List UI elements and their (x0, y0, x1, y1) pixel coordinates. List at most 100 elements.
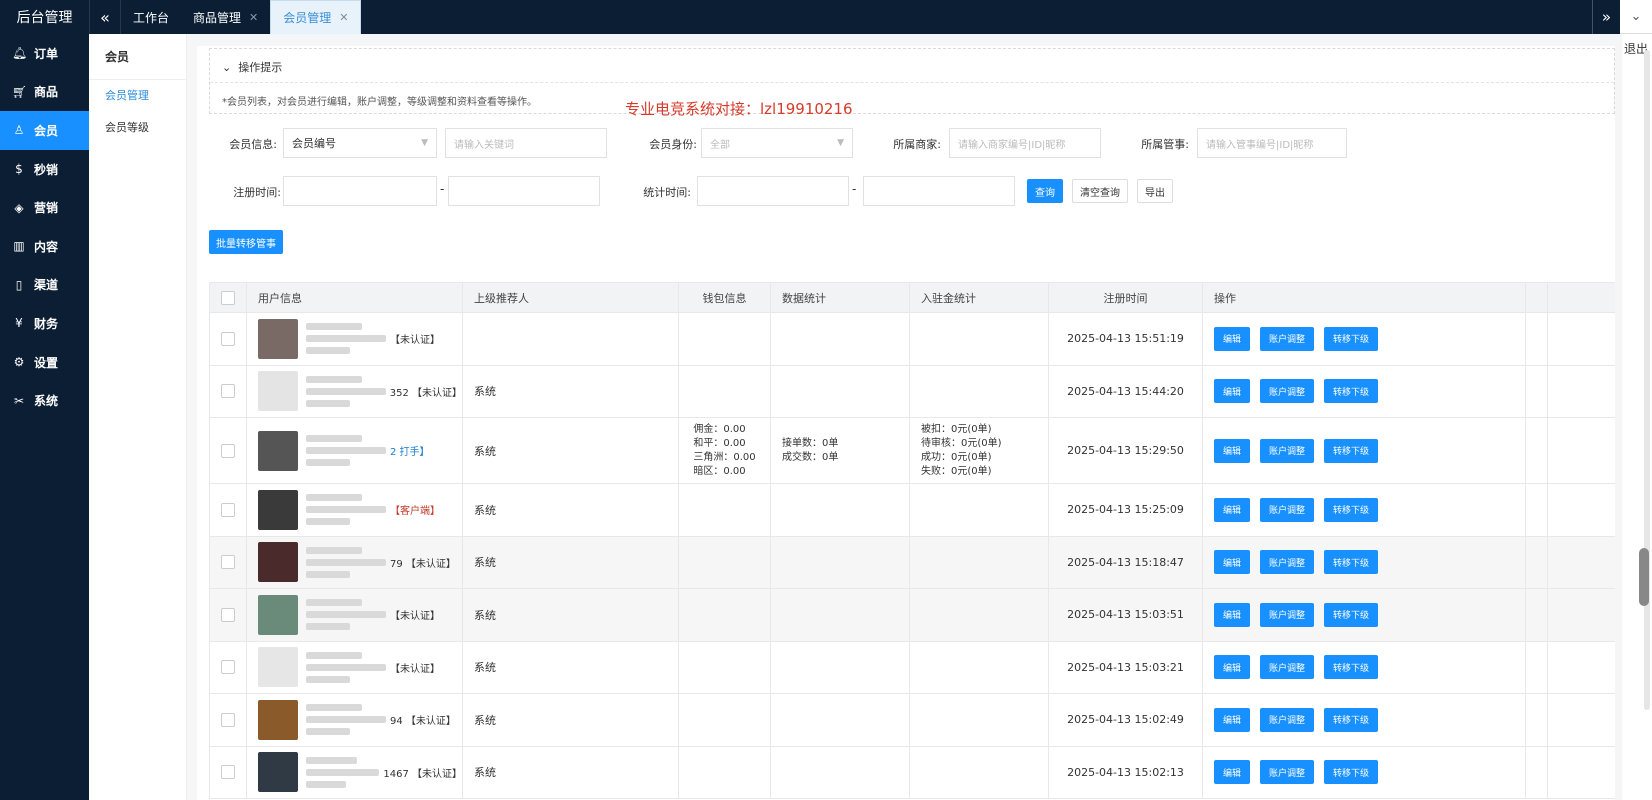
referrer-cell: 系统 (463, 536, 679, 588)
edit-button[interactable]: 编辑 (1214, 438, 1250, 463)
register-end-input[interactable] (448, 176, 600, 206)
edit-button[interactable]: 编辑 (1214, 602, 1250, 627)
sidebar-item-system[interactable]: ✂ 系统 (0, 381, 89, 420)
row-checkbox[interactable] (221, 660, 235, 675)
member-info-select[interactable]: 会员编号 ▼ (283, 128, 437, 158)
edit-button[interactable]: 编辑 (1214, 379, 1250, 404)
transfer-subordinate-button[interactable]: 转移下级 (1324, 655, 1378, 680)
redacted-user-text (306, 704, 386, 736)
row-checkbox[interactable] (221, 765, 235, 780)
submenu-item-member-level[interactable]: 会员等级 (89, 112, 186, 144)
close-icon[interactable]: ✕ (249, 11, 258, 24)
sidebar-item-channel[interactable]: ▯ 渠道 (0, 266, 89, 305)
submenu: 会员 会员管理 会员等级 (89, 34, 187, 800)
sidebar-item-flash-sale[interactable]: $ 秒销 (0, 150, 89, 189)
scrollbar-thumb[interactable] (1639, 548, 1649, 606)
row-checkbox[interactable] (221, 331, 235, 346)
collapse-sidebar-icon[interactable]: « (89, 0, 121, 34)
stats-cell (771, 746, 910, 798)
row-checkbox[interactable] (221, 555, 235, 570)
account-adjust-button[interactable]: 账户调整 (1260, 760, 1314, 785)
user-status-tag: 【未认证】 (390, 663, 440, 675)
page-scrollbar[interactable] (1644, 50, 1650, 710)
edit-button[interactable]: 编辑 (1214, 550, 1250, 575)
edit-button[interactable]: 编辑 (1214, 497, 1250, 522)
identity-select[interactable]: 全部 ▼ (701, 128, 853, 158)
table-row: 2 打手】 系统 佣金：0.00 和平：0.00 三角洲：0.00 暗区：0.00 接… (209, 418, 1615, 484)
edit-button[interactable]: 编辑 (1214, 707, 1250, 732)
account-adjust-button[interactable]: 账户调整 (1260, 550, 1314, 575)
row-spacer (1526, 641, 1548, 693)
transfer-subordinate-button[interactable]: 转移下级 (1324, 379, 1378, 404)
chevron-down-icon[interactable]: ⌄ (1620, 0, 1652, 34)
transfer-subordinate-button[interactable]: 转移下级 (1324, 550, 1378, 575)
row-checkbox[interactable] (221, 502, 235, 517)
sidebar-item-settings[interactable]: ⚙ 设置 (0, 343, 89, 382)
stat-start-input[interactable] (697, 176, 849, 206)
batch-transfer-button[interactable]: 批量转移管事 (209, 230, 283, 254)
tab-member-management[interactable]: 会员管理 ✕ (270, 0, 362, 34)
tab-product-management[interactable]: 商品管理 ✕ (181, 0, 270, 34)
register-start-input[interactable] (283, 176, 437, 206)
stat-end-input[interactable] (863, 176, 1015, 206)
row-checkbox[interactable] (221, 443, 235, 458)
range-separator: - (440, 182, 445, 196)
row-checkbox[interactable] (221, 712, 235, 727)
keyword-input[interactable]: 请输入关键词 (445, 128, 607, 158)
sidebar-item-finance[interactable]: ¥ 财务 (0, 304, 89, 343)
row-checkbox[interactable] (221, 384, 235, 399)
row-checkbox[interactable] (221, 607, 235, 622)
export-button[interactable]: 导出 (1137, 179, 1173, 203)
edit-button[interactable]: 编辑 (1214, 655, 1250, 680)
account-adjust-button[interactable]: 账户调整 (1260, 379, 1314, 404)
transfer-subordinate-button[interactable]: 转移下级 (1324, 438, 1378, 463)
referrer-cell: 系统 (463, 746, 679, 798)
referrer-value: 系统 (474, 713, 496, 727)
sidebar-item-label: 商品 (34, 85, 59, 100)
referrer-cell (463, 313, 679, 365)
edit-button[interactable]: 编辑 (1214, 760, 1250, 785)
row-select-cell (209, 694, 247, 746)
account-adjust-button[interactable]: 账户调整 (1260, 655, 1314, 680)
transfer-subordinate-button[interactable]: 转移下级 (1324, 326, 1378, 351)
manager-input[interactable]: 请输入管事编号|ID|昵称 (1197, 128, 1347, 158)
merchant-input[interactable]: 请输入商家编号|ID|昵称 (949, 128, 1101, 158)
account-adjust-button[interactable]: 账户调整 (1260, 438, 1314, 463)
tab-label: 会员管理 (283, 11, 332, 25)
deposit-cell (910, 746, 1049, 798)
row-select-cell (209, 484, 247, 536)
clear-query-button[interactable]: 清空查询 (1072, 179, 1128, 203)
merchant-label: 所属商家: (893, 138, 941, 151)
submenu-item-member-management[interactable]: 会员管理 (89, 80, 186, 112)
sidebar-item-products[interactable]: 🛒︎ 商品 (0, 73, 89, 112)
edit-button[interactable]: 编辑 (1214, 326, 1250, 351)
transfer-subordinate-button[interactable]: 转移下级 (1324, 602, 1378, 627)
row-select-cell (209, 365, 247, 417)
register-time: 2025-04-13 15:02:13 (1067, 765, 1184, 779)
account-adjust-button[interactable]: 账户调整 (1260, 707, 1314, 732)
referrer-value: 系统 (474, 385, 496, 399)
sidebar-item-orders[interactable]: 🔔︎ 订单 (0, 34, 89, 73)
transfer-subordinate-button[interactable]: 转移下级 (1324, 497, 1378, 522)
avatar (258, 594, 298, 635)
row-spacer (1526, 365, 1548, 417)
table-row: 79 【未认证】 系统 2025-04-13 15:18:47 编辑 账户调整 … (209, 536, 1615, 589)
account-adjust-button[interactable]: 账户调整 (1260, 602, 1314, 627)
tab-workbench[interactable]: 工作台 (121, 0, 181, 34)
query-button[interactable]: 查询 (1027, 179, 1063, 203)
transfer-subordinate-button[interactable]: 转移下级 (1324, 760, 1378, 785)
sidebar-item-members[interactable]: ♙ 会员 (0, 111, 89, 150)
user-status-tag: 352 【未认证】 (389, 387, 462, 399)
transfer-subordinate-button[interactable]: 转移下级 (1324, 707, 1378, 732)
account-adjust-button[interactable]: 账户调整 (1260, 326, 1314, 351)
sidebar-item-marketing[interactable]: ◈ 营销 (0, 188, 89, 227)
tips-toggle[interactable]: ⌄ 操作提示 (222, 59, 282, 75)
sidebar-item-label: 秒销 (34, 162, 59, 177)
account-adjust-button[interactable]: 账户调整 (1260, 497, 1314, 522)
row-select-cell (209, 536, 247, 588)
stat-line: 佣金：0.00 (693, 423, 746, 435)
sidebar-item-content[interactable]: ▥ 内容 (0, 227, 89, 266)
close-icon[interactable]: ✕ (339, 11, 348, 24)
select-all-checkbox[interactable] (221, 290, 235, 305)
scroll-tabs-right-icon[interactable]: » (1592, 0, 1620, 34)
